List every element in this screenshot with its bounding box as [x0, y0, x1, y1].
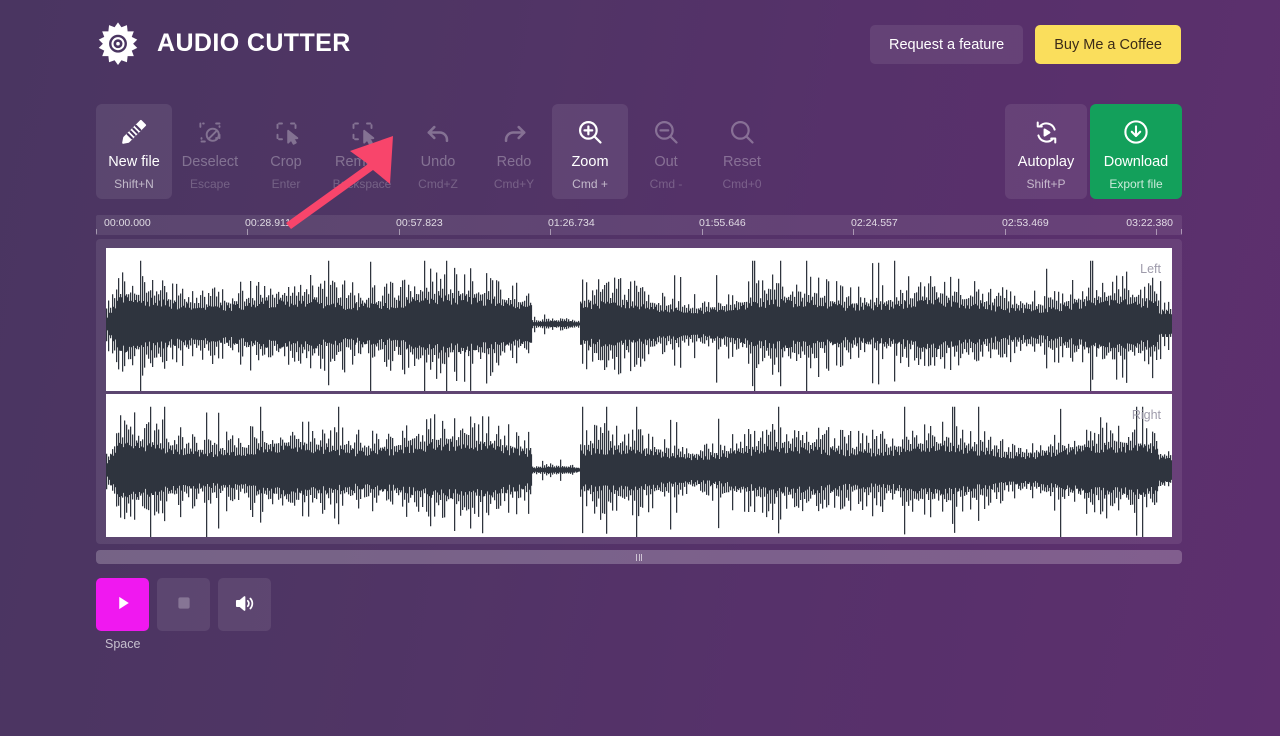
channel-label-left: Left	[1140, 262, 1161, 276]
tool-label: Reset	[723, 154, 761, 170]
deselect-icon	[197, 116, 224, 148]
request-feature-button[interactable]: Request a feature	[869, 25, 1024, 64]
tool-shortcut: Enter	[271, 177, 301, 192]
editor-toolbar: New file Shift+N Deselect Escape Crop En…	[96, 104, 1182, 199]
ruler-tick: 02:53.469	[1002, 217, 1049, 229]
tool-crop[interactable]: Crop Enter	[248, 104, 324, 199]
magnifier-icon	[728, 116, 756, 148]
tool-label: Redo	[496, 154, 532, 170]
tool-shortcut: Cmd+0	[722, 177, 762, 192]
waveform-scrollbar-thumb[interactable]	[96, 550, 1182, 564]
play-button[interactable]	[96, 578, 149, 631]
tool-undo[interactable]: Undo Cmd+Z	[400, 104, 476, 199]
redo-arrow-icon	[500, 116, 529, 148]
tool-label: Out	[654, 154, 678, 170]
play-icon	[113, 593, 133, 616]
tool-label: Deselect	[181, 154, 239, 170]
zoom-in-icon	[576, 116, 604, 148]
tool-shortcut: Escape	[189, 177, 231, 192]
ruler-tick: 01:55.646	[699, 217, 746, 229]
crop-icon	[273, 116, 300, 148]
tool-new-file[interactable]: New file Shift+N	[96, 104, 172, 199]
app-logo[interactable]: AUDIO CUTTER	[96, 21, 351, 65]
tool-deselect[interactable]: Deselect Escape	[172, 104, 248, 199]
tool-shortcut: Cmd+Y	[493, 177, 535, 192]
autoplay-loop-icon	[1033, 116, 1060, 148]
drag-grip-icon	[636, 553, 642, 561]
tool-shortcut: Cmd -	[649, 177, 683, 192]
ruler-tick: 00:00.000	[104, 217, 151, 229]
tool-shortcut: Backspace	[332, 177, 392, 192]
app-title: AUDIO CUTTER	[157, 28, 351, 57]
tool-download[interactable]: Download Export file	[1090, 104, 1182, 199]
tool-label: Download	[1103, 154, 1169, 170]
tool-shortcut: Cmd+Z	[418, 177, 458, 192]
tool-shortcut: Export file	[1109, 177, 1163, 192]
tool-label: New file	[108, 154, 160, 170]
ruler-tick: 00:57.823	[396, 217, 443, 229]
speaker-volume-icon	[233, 592, 256, 618]
tool-shortcut: Shift+N	[114, 177, 154, 192]
tool-zoom-reset[interactable]: Reset Cmd+0	[704, 104, 780, 199]
tool-zoom-out[interactable]: Out Cmd -	[628, 104, 704, 199]
waveform-graphic-left	[106, 260, 1172, 391]
gear-eye-logo-icon	[96, 21, 140, 65]
waveform-channel-right[interactable]: Right	[106, 394, 1172, 537]
tool-label: Undo	[420, 154, 456, 170]
header-actions: Request a feature Buy Me a Coffee	[869, 25, 1181, 64]
waveform-panel[interactable]: Left Right	[96, 239, 1182, 544]
waveform-scrollbar-track[interactable]	[96, 550, 1182, 564]
ruler-tick: 01:26.734	[548, 217, 595, 229]
ruler-tick: 03:22.380	[1126, 217, 1173, 229]
volume-button[interactable]	[218, 578, 271, 631]
remove-selection-icon	[349, 116, 376, 148]
playback-controls	[96, 578, 271, 631]
zoom-out-icon	[652, 116, 680, 148]
timeline-ruler[interactable]: 00:00.000 00:28.911 00:57.823 01:26.734 …	[96, 215, 1182, 235]
tool-label: Remove	[335, 154, 389, 170]
stop-icon	[175, 594, 193, 615]
ruler-tick: 00:28.911	[245, 217, 291, 229]
ruler-icon	[119, 116, 149, 148]
channel-label-right: Right	[1131, 408, 1161, 422]
tool-shortcut: Cmd +	[572, 177, 608, 192]
tool-zoom-in[interactable]: Zoom Cmd +	[552, 104, 628, 199]
waveform-graphic-right	[106, 406, 1172, 537]
toolbar-left-group: New file Shift+N Deselect Escape Crop En…	[96, 104, 780, 199]
toolbar-right-group: Autoplay Shift+P Download Export file	[1005, 104, 1182, 199]
tool-shortcut: Shift+P	[1026, 177, 1066, 192]
play-shortcut-hint: Space	[105, 637, 141, 651]
app-header: AUDIO CUTTER Request a feature Buy Me a …	[0, 0, 1280, 88]
tool-autoplay[interactable]: Autoplay Shift+P	[1005, 104, 1087, 199]
tool-label: Zoom	[571, 154, 609, 170]
tool-redo[interactable]: Redo Cmd+Y	[476, 104, 552, 199]
tool-remove[interactable]: Remove Backspace	[324, 104, 400, 199]
undo-arrow-icon	[424, 116, 453, 148]
tool-label: Crop	[270, 154, 302, 170]
download-circle-icon	[1122, 116, 1150, 148]
ruler-tick: 02:24.557	[851, 217, 898, 229]
tool-label: Autoplay	[1017, 154, 1075, 170]
buy-me-a-coffee-button[interactable]: Buy Me a Coffee	[1035, 25, 1181, 64]
waveform-channel-left[interactable]: Left	[106, 248, 1172, 391]
stop-button[interactable]	[157, 578, 210, 631]
